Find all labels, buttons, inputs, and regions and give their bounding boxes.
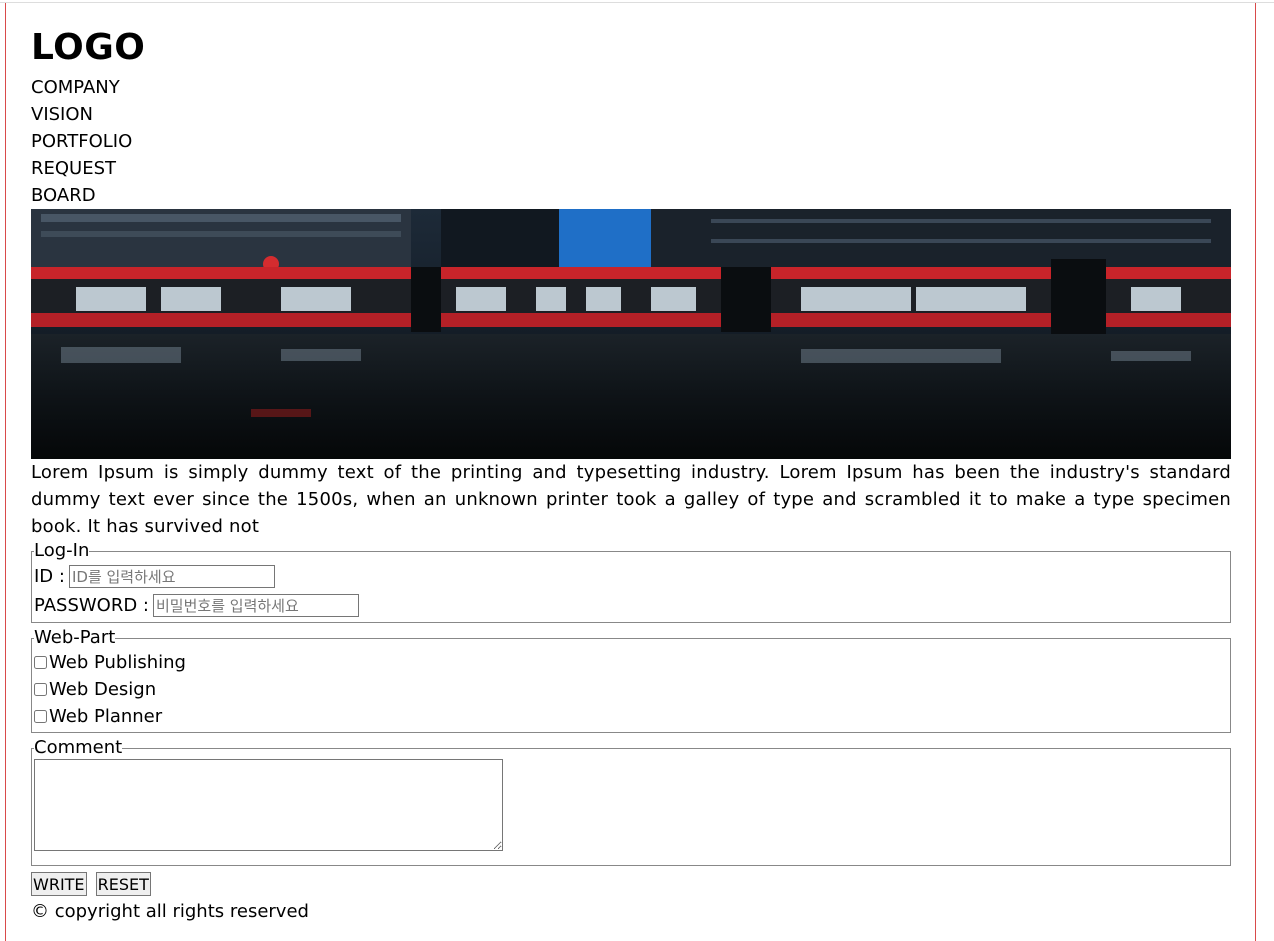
main-nav: COMPANY VISION PORTFOLIO REQUEST BOARD	[31, 74, 1231, 209]
id-row: ID :	[34, 562, 1228, 591]
footer-copyright: © copyright all rights reserved	[31, 901, 309, 922]
nav-item-vision[interactable]: VISION	[31, 101, 1231, 128]
page-content: LOGO COMPANY VISION PORTFOLIO REQUEST BO…	[31, 22, 1231, 925]
web-design-label: Web Design	[49, 679, 157, 700]
nav-item-board[interactable]: BOARD	[31, 182, 1231, 209]
web-planner-checkbox[interactable]	[34, 710, 47, 723]
password-label: PASSWORD :	[34, 595, 149, 616]
nav-item-portfolio[interactable]: PORTFOLIO	[31, 128, 1231, 155]
web-publishing-label: Web Publishing	[49, 652, 186, 673]
nav-item-company[interactable]: COMPANY	[31, 74, 1231, 101]
web-publishing-checkbox[interactable]	[34, 656, 47, 669]
option-web-publishing: Web Publishing	[34, 649, 1228, 676]
login-fieldset: Log-In ID : PASSWORD :	[31, 540, 1231, 623]
write-button[interactable]: WRITE	[31, 872, 87, 896]
password-input[interactable]	[153, 594, 359, 617]
form-actions: WRITE RESET	[31, 872, 1231, 896]
intro-paragraph: Lorem Ipsum is simply dummy text of the …	[31, 462, 1231, 537]
password-row: PASSWORD :	[34, 591, 1228, 620]
web-design-checkbox[interactable]	[34, 683, 47, 696]
logo: LOGO	[31, 27, 146, 68]
webpart-fieldset: Web-Part Web Publishing Web Design Web P…	[31, 627, 1231, 733]
login-legend: Log-In	[34, 540, 90, 561]
web-planner-label: Web Planner	[49, 706, 163, 727]
comment-legend: Comment	[34, 737, 123, 758]
option-web-design: Web Design	[34, 676, 1228, 703]
comment-fieldset: Comment	[31, 737, 1231, 866]
option-web-planner: Web Planner	[34, 703, 1228, 730]
nav-item-request[interactable]: REQUEST	[31, 155, 1231, 182]
reset-button[interactable]: RESET	[95, 872, 151, 896]
comment-textarea[interactable]	[34, 759, 503, 851]
webpart-legend: Web-Part	[34, 627, 116, 648]
id-input[interactable]	[68, 565, 275, 588]
hero-image	[31, 209, 1231, 459]
id-label: ID :	[34, 566, 65, 587]
